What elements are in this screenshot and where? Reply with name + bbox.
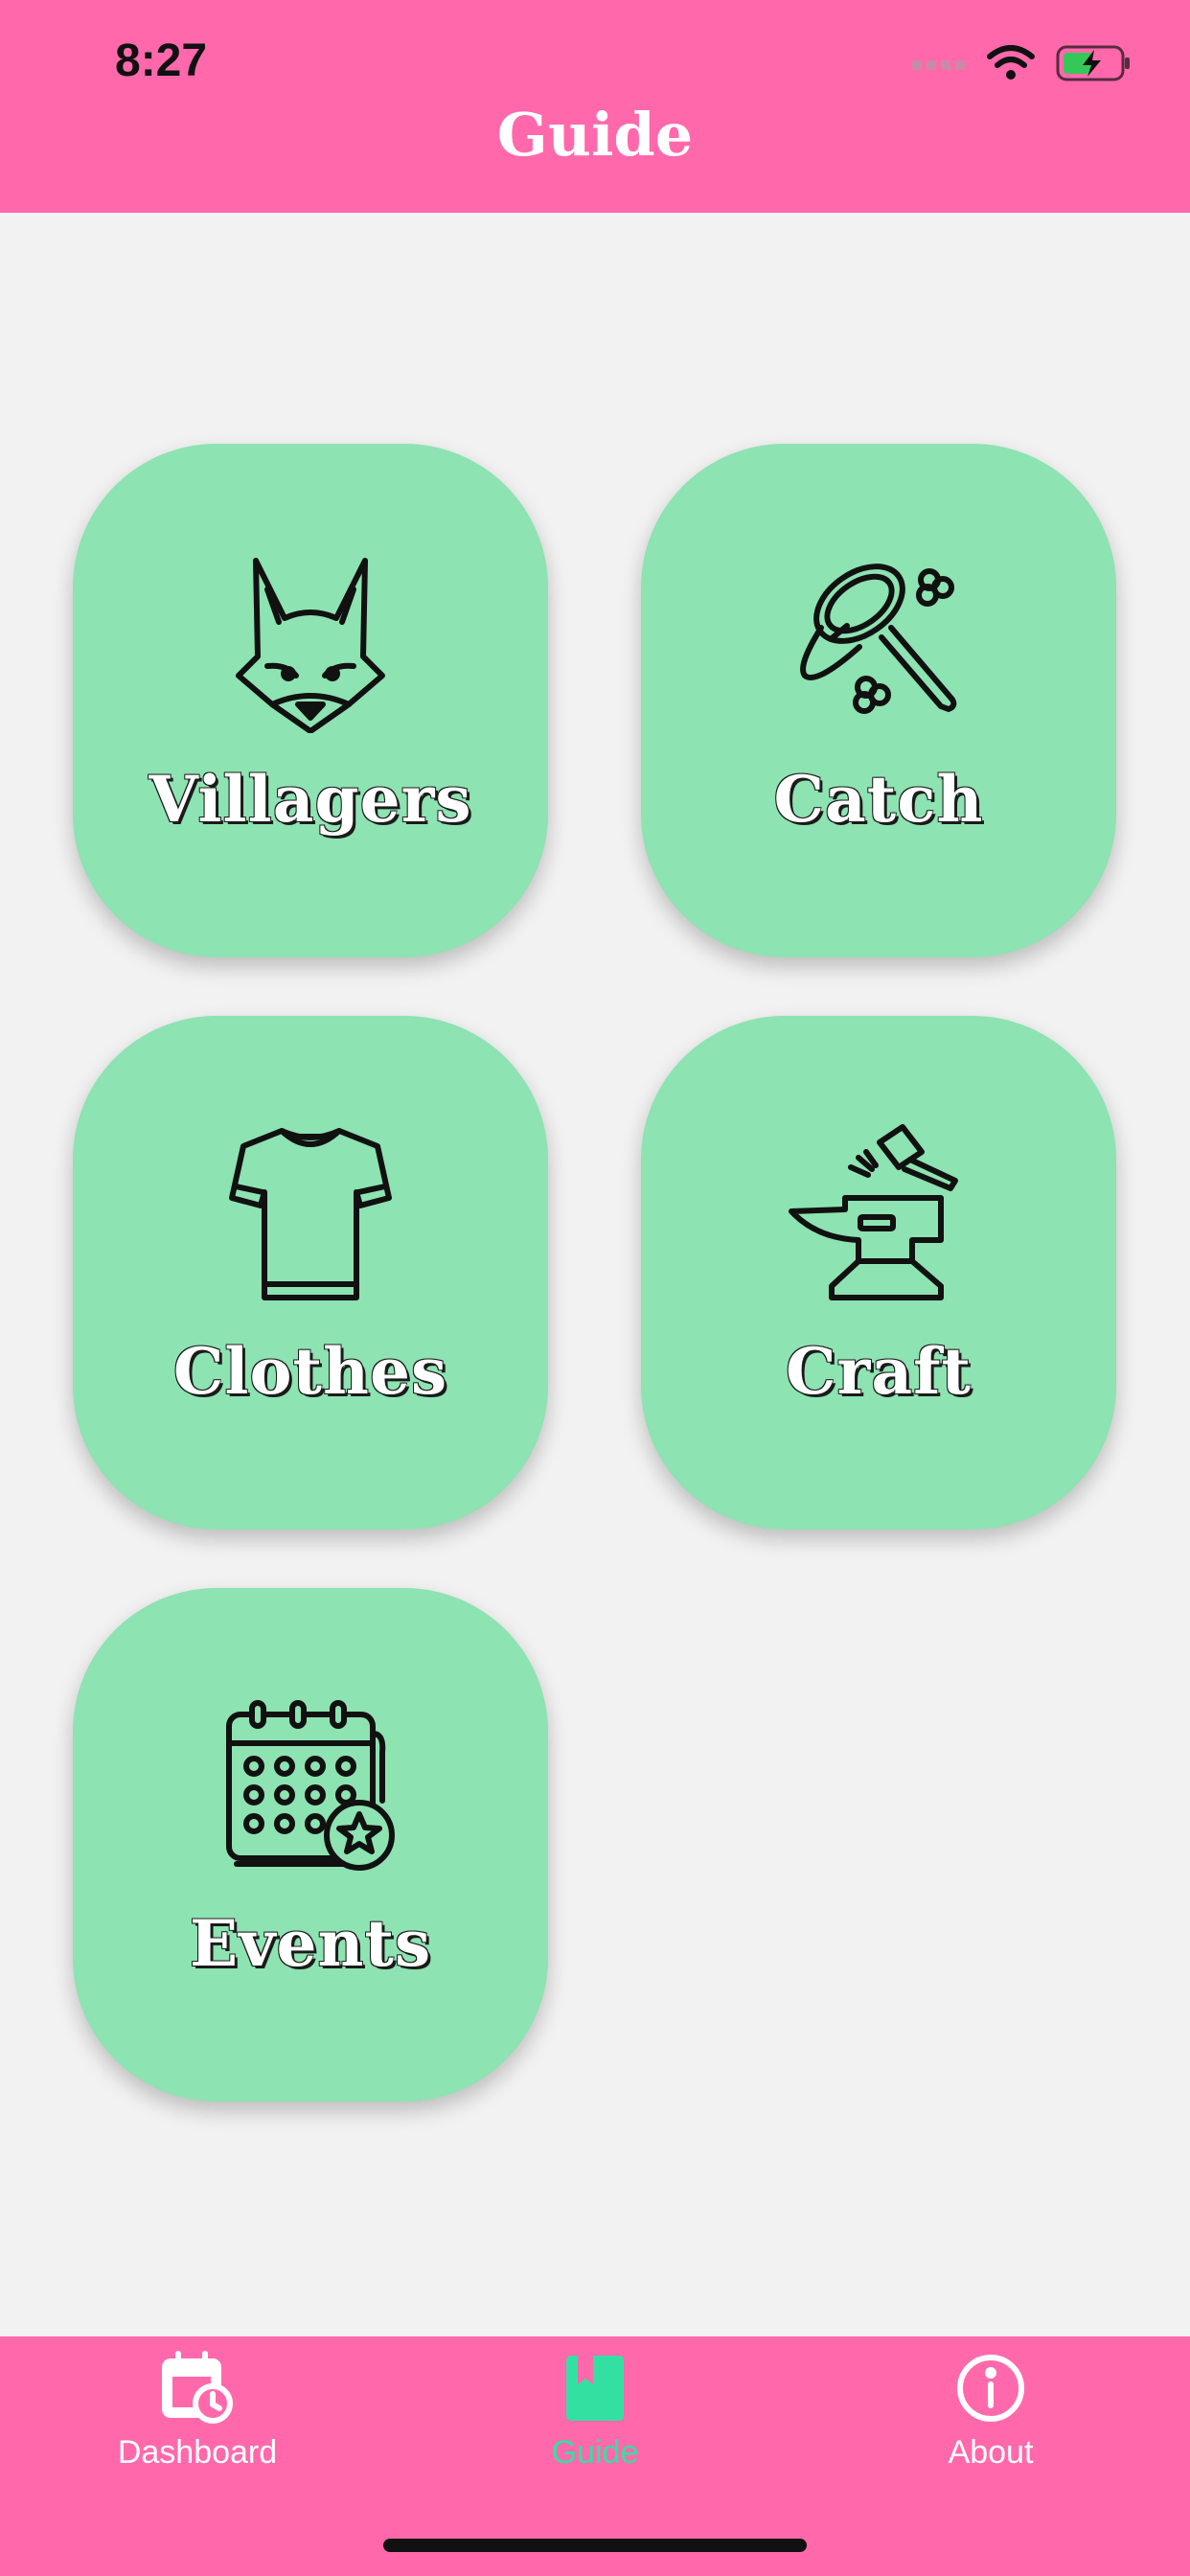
- status-time: 8:27: [115, 35, 208, 86]
- tab-label: Dashboard: [117, 2434, 278, 2471]
- status-icons: [912, 42, 1133, 84]
- calendar-star-icon: [226, 1700, 395, 1871]
- wifi-icon: [987, 45, 1035, 80]
- tab-label: About: [948, 2434, 1034, 2471]
- tile-events[interactable]: Events: [73, 1588, 548, 2102]
- tile-label: Craft: [786, 1334, 972, 1409]
- fox-icon: [236, 558, 385, 733]
- info-icon: [957, 2355, 1024, 2422]
- bug-net-icon: [800, 564, 957, 714]
- header: 8:27 Guide: [0, 0, 1190, 213]
- home-indicator: [383, 2539, 807, 2552]
- tile-craft[interactable]: Craft: [641, 1016, 1116, 1530]
- tab-guide[interactable]: Guide: [470, 2350, 720, 2513]
- tile-label: Clothes: [172, 1334, 448, 1409]
- tile-clothes[interactable]: Clothes: [73, 1016, 548, 1530]
- tile-label: Catch: [773, 762, 984, 837]
- tab-about[interactable]: About: [866, 2350, 1115, 2513]
- calendar-clock-icon: [162, 2351, 233, 2424]
- tile-villagers[interactable]: Villagers: [73, 444, 548, 957]
- tile-label: Events: [189, 1906, 432, 1981]
- tshirt-icon: [229, 1128, 392, 1300]
- book-bookmark-icon: [566, 2356, 624, 2421]
- page-title: Guide: [496, 100, 694, 170]
- battery-charging-icon: [1056, 45, 1130, 81]
- tab-label: Guide: [551, 2434, 639, 2471]
- tile-label: Villagers: [149, 762, 472, 837]
- anvil-hammer-icon: [789, 1124, 958, 1300]
- cellular-signal-icon: [912, 60, 965, 70]
- tab-dashboard[interactable]: Dashboard: [73, 2350, 322, 2513]
- tile-catch[interactable]: Catch: [641, 444, 1116, 957]
